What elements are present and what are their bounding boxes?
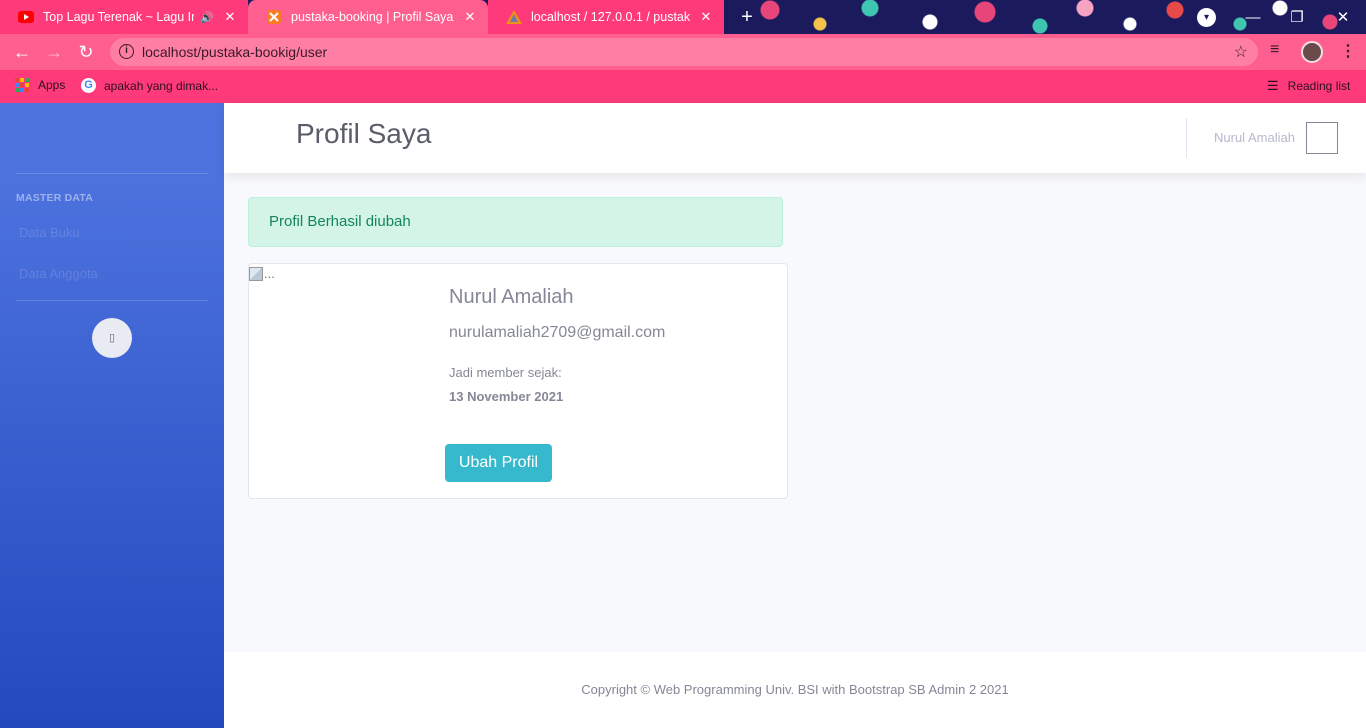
tab-profil-saya[interactable]: pustaka-booking | Profil Saya ✕	[248, 0, 488, 34]
broken-image-icon	[249, 266, 263, 281]
profile-image: ...	[249, 266, 275, 281]
restore-icon[interactable]: ❐	[1274, 0, 1320, 34]
sidebar-item-data-anggota[interactable]: Data Anggota	[19, 266, 98, 281]
sidebar-divider	[16, 173, 208, 174]
tab-title: localhost / 127.0.0.1 / pustaka / u	[531, 10, 690, 24]
alert-message: Profil Berhasil diubah	[269, 213, 411, 230]
bookmarks-bar: Apps G apakah yang dimak... ☰ Reading li…	[0, 70, 1366, 103]
bookmark-star-icon[interactable]: ☆	[1234, 42, 1248, 62]
user-name[interactable]: Nurul Amaliah	[1214, 130, 1295, 145]
sidebar: MASTER DATA Data Buku Data Anggota ▯	[0, 103, 224, 728]
topbar-divider	[1186, 118, 1187, 158]
profile-email: nurulamaliah2709@gmail.com	[449, 324, 666, 341]
close-window-icon[interactable]: ✕	[1320, 0, 1366, 34]
sidebar-toggle-button[interactable]: ▯	[92, 318, 132, 358]
member-since-label: Jadi member sejak:	[449, 365, 562, 380]
user-avatar[interactable]	[1306, 122, 1338, 154]
browser-toolbar: ← → ↻ i localhost/pustaka-bookig/user ☆ …	[0, 34, 1366, 70]
reload-icon[interactable]: ↻	[74, 40, 98, 64]
phpmyadmin-icon	[506, 9, 522, 25]
bookmark-google[interactable]: G apakah yang dimak...	[81, 78, 218, 93]
profile-avatar-icon[interactable]	[1301, 41, 1323, 63]
profile-image-alt: ...	[264, 266, 275, 281]
success-alert: Profil Berhasil diubah	[248, 197, 783, 247]
tab-strip: Top Lagu Terenak ~ Lagu Ind 🔊 ✕ pustaka-…	[0, 0, 1366, 34]
google-icon: G	[81, 78, 96, 93]
sidebar-item-data-buku[interactable]: Data Buku	[19, 225, 80, 240]
xampp-icon	[266, 9, 282, 25]
profile-name: Nurul Amaliah	[449, 286, 574, 308]
forward-arrow-icon[interactable]: →	[42, 40, 66, 64]
apps-grid-icon	[15, 78, 29, 92]
sidebar-heading: MASTER DATA	[16, 192, 94, 204]
close-tab-icon[interactable]: ✕	[698, 9, 714, 25]
reading-list-icon: ☰	[1267, 78, 1279, 93]
reading-list-label: Reading list	[1287, 79, 1351, 93]
tab-phpmyadmin[interactable]: localhost / 127.0.0.1 / pustaka / u ✕	[488, 0, 724, 34]
url-text[interactable]: localhost/pustaka-bookig/user	[142, 44, 327, 60]
bookmark-apps[interactable]: Apps	[15, 78, 65, 92]
menu-kebab-icon[interactable]: ⋮	[1340, 41, 1356, 61]
close-tab-icon[interactable]: ✕	[222, 9, 238, 25]
reading-list-button[interactable]: ☰ Reading list	[1267, 78, 1350, 94]
footer: Copyright © Web Programming Univ. BSI wi…	[224, 652, 1366, 728]
tab-youtube[interactable]: Top Lagu Terenak ~ Lagu Ind 🔊 ✕	[0, 0, 248, 34]
topbar: Profil Saya Nurul Amaliah	[224, 103, 1366, 173]
tab-title: pustaka-booking | Profil Saya	[291, 10, 454, 24]
edit-profile-button[interactable]: Ubah Profil	[445, 444, 552, 482]
page: MASTER DATA Data Buku Data Anggota ▯ Pro…	[0, 103, 1366, 728]
new-tab-button[interactable]: +	[735, 6, 759, 28]
bookmark-label: Apps	[38, 78, 66, 92]
tab-title: Top Lagu Terenak ~ Lagu Ind	[43, 10, 195, 24]
speaker-icon[interactable]: 🔊	[200, 11, 214, 24]
sidebar-divider	[16, 300, 208, 301]
back-arrow-icon[interactable]: ←	[10, 40, 34, 64]
site-info-icon[interactable]: i	[119, 44, 134, 59]
close-tab-icon[interactable]: ✕	[462, 9, 478, 25]
bookmark-label: apakah yang dimak...	[104, 78, 219, 93]
minimize-icon[interactable]: —	[1230, 0, 1276, 34]
profile-card: ... Nurul Amaliah nurulamaliah2709@gmail…	[248, 263, 788, 499]
youtube-icon	[18, 9, 34, 25]
page-title: Profil Saya	[296, 118, 432, 149]
media-control-icon[interactable]: ≡	[1270, 41, 1279, 59]
copyright-text: Copyright © Web Programming Univ. BSI wi…	[581, 682, 1009, 697]
member-since-date: 13 November 2021	[449, 389, 564, 404]
tab-search-icon[interactable]: ▾	[1197, 8, 1216, 27]
address-bar[interactable]: i localhost/pustaka-bookig/user ☆	[110, 38, 1258, 66]
